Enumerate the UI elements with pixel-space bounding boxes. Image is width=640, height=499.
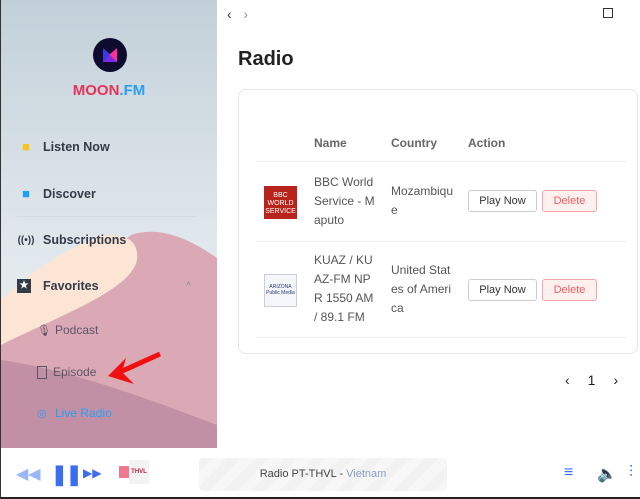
now-playing-logo: THVL [129,460,149,484]
star-icon: ★ [17,279,31,293]
station-name: BBC World Service - Maputo [314,175,375,227]
fast-forward-icon[interactable]: ▶▶ [83,466,101,480]
pagination: ‹ 1 › [565,372,618,388]
nav-arrows: ‹ › [227,6,248,22]
column-header: Name [314,136,347,150]
nav-label: Favorites [43,279,99,293]
prev-page-icon[interactable]: ‹ [565,372,570,388]
station-country: Mozambique [391,184,454,217]
equalizer-icon[interactable]: ⫶ [629,464,633,482]
column-header: Country [391,136,437,150]
divider [17,216,197,217]
nav-label: Listen Now [43,139,110,154]
sidebar-item-listen-now[interactable]: ■ Listen Now [17,139,110,154]
table-row: ARIZONA Public Media KUAZ / KUAZ-FM NPR … [256,241,626,338]
sidebar-item-live-radio[interactable]: ◎ Live Radio [37,406,112,420]
page-title: Radio [238,48,294,70]
maximize-icon[interactable] [603,8,613,18]
volume-icon[interactable]: 🔈 [597,464,617,484]
nav-label: Discover [43,186,96,201]
broadcast-icon: ((•)) [17,234,35,246]
station-country: United States of America [391,263,452,315]
nav-label: Subscriptions [43,233,127,247]
table-row: BBC WORLD SERVICE BBC World Service - Ma… [256,161,626,241]
station-logo: ARIZONA Public Media [264,274,297,307]
forward-icon[interactable]: › [243,6,248,22]
separator: - [336,468,347,480]
back-icon[interactable]: ‹ [227,6,232,22]
discover-icon: ■ [22,186,30,201]
sidebar-item-favorites[interactable]: ★ Favorites [17,279,99,293]
nav-label: Podcast [55,323,99,337]
sidebar-item-subscriptions[interactable]: ((•)) Subscriptions [17,233,127,247]
folder-icon: ■ [22,139,30,154]
chevron-up-icon[interactable]: ^ [186,281,191,292]
delete-button[interactable]: Delete [542,279,597,301]
current-page[interactable]: 1 [588,372,596,388]
radio-table: Name Country Action BBC WORLD SERVICE BB… [238,89,638,354]
next-page-icon[interactable]: › [613,372,618,388]
nav-label: Episode [53,365,97,379]
microphone-icon: 🎙 [37,324,51,337]
player-bar: ◀◀ ❚❚ ▶▶ THVL Radio PT-THVL - Vietnam ≡ … [1,448,640,499]
radio-icon: ◎ [37,407,47,420]
sidebar: MOON.FM ■ Listen Now ■ Discover ((•)) Subsc… [1,0,217,448]
app-logo [93,38,127,72]
red-arrow-annotation [108,351,162,384]
sidebar-item-podcast[interactable]: 🎙 Podcast [37,323,98,337]
brand-name: MOON.FM [72,82,146,99]
play-now-button[interactable]: Play Now [468,190,537,212]
pause-icon[interactable]: ❚❚ [51,462,82,487]
play-now-button[interactable]: Play Now [468,279,537,301]
station-name: KUAZ / KUAZ-FM NPR 1550 AM / 89.1 FM [314,253,374,324]
main-content: ‹ › Radio Name Country Action BBC WORLD … [217,0,640,448]
sidebar-item-episode[interactable]: Episode [37,365,96,379]
delete-button[interactable]: Delete [542,190,597,212]
sidebar-item-discover[interactable]: ■ Discover [17,186,96,201]
file-icon [37,365,47,379]
playlist-icon[interactable]: ≡ [564,464,573,482]
station-title: Radio PT-THVL [259,468,337,480]
rewind-icon[interactable]: ◀◀ [16,464,41,484]
station-logo: BBC WORLD SERVICE [264,186,297,219]
column-header: Action [468,136,506,150]
station-country[interactable]: Vietnam [346,468,386,480]
nav-label: Live Radio [55,406,112,420]
now-playing: Radio PT-THVL - Vietnam [199,458,447,491]
